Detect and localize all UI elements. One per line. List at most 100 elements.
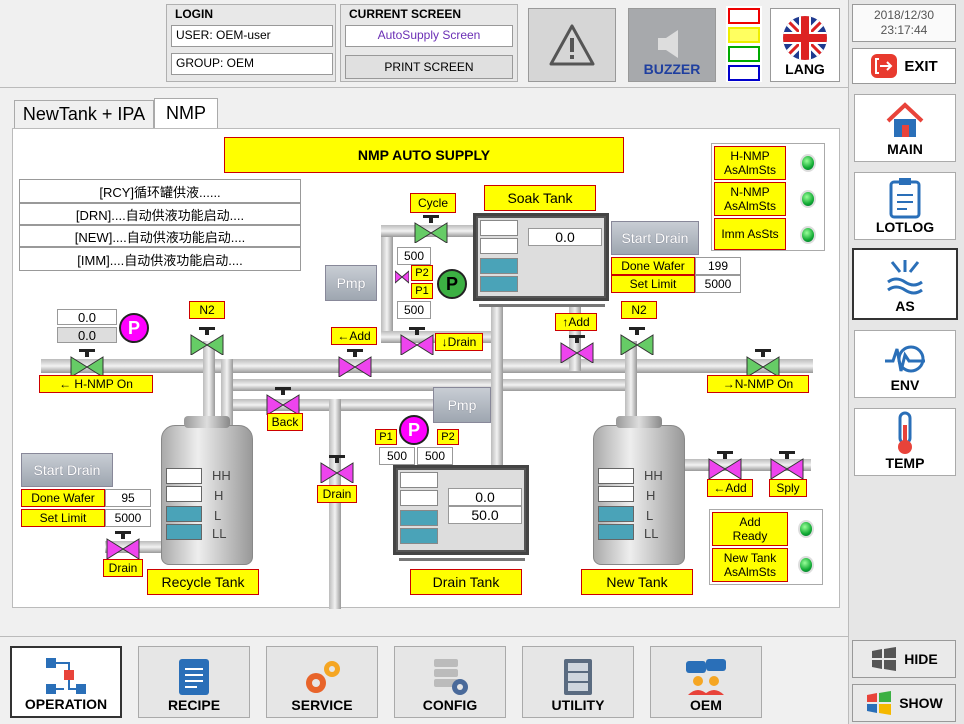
h-nmp-value-1: 0.0 bbox=[57, 309, 117, 325]
drain-tank-value-2: 50.0 bbox=[448, 506, 522, 524]
add-left-valve[interactable] bbox=[337, 349, 373, 377]
sidebar-item-temp[interactable]: TEMP bbox=[854, 408, 956, 476]
h-nmp-alarm-label: H-NMP AsAlmSts bbox=[714, 146, 786, 180]
recycle-drain-valve[interactable] bbox=[105, 531, 141, 559]
h-nmp-value-2: 0.0 bbox=[57, 327, 117, 343]
show-label: SHOW bbox=[899, 695, 943, 711]
pump2-p2-value: 500 bbox=[417, 447, 453, 465]
recycle-set-limit-value[interactable]: 5000 bbox=[105, 509, 151, 527]
operation-button[interactable]: OPERATION bbox=[10, 646, 122, 718]
drain-down-label: ↓Drain bbox=[435, 333, 483, 351]
status-text: New Tank bbox=[723, 551, 777, 565]
new-level-4 bbox=[598, 524, 634, 540]
n2-valve-left[interactable] bbox=[189, 327, 225, 355]
recycle-start-drain-button[interactable]: Start Drain bbox=[21, 453, 113, 487]
back-label: Back bbox=[267, 413, 303, 431]
message-line: [RCY]循环罐供液...... bbox=[19, 179, 301, 203]
h-nmp-valve[interactable] bbox=[69, 349, 105, 377]
group-field: GROUP: OEM bbox=[171, 53, 333, 75]
sidebar-item-env[interactable]: ENV bbox=[854, 330, 956, 398]
imm-status-led bbox=[800, 226, 816, 244]
buzzer-button[interactable]: BUZZER bbox=[628, 8, 716, 82]
drain-tank-feet bbox=[399, 555, 525, 561]
utility-button[interactable]: UTILITY bbox=[522, 646, 634, 718]
new-level-2 bbox=[598, 486, 634, 502]
drain-valve-top[interactable] bbox=[399, 327, 435, 355]
service-label: SERVICE bbox=[291, 697, 353, 713]
new-tank-add-valve[interactable] bbox=[707, 451, 743, 479]
sidebar-item-main[interactable]: MAIN bbox=[854, 94, 956, 162]
recycle-tank: HH H L LL bbox=[161, 416, 253, 565]
pump1-small-valve[interactable] bbox=[395, 267, 409, 287]
windows-icon bbox=[872, 647, 897, 671]
exit-button[interactable]: EXIT bbox=[852, 48, 956, 84]
pump1-button[interactable]: Pmp bbox=[325, 265, 377, 301]
hide-button[interactable]: HIDE bbox=[852, 640, 956, 678]
config-button[interactable]: CONFIG bbox=[394, 646, 506, 718]
new-tank-sply-valve[interactable] bbox=[769, 451, 805, 479]
show-button[interactable]: SHOW bbox=[852, 684, 956, 722]
soak-level-3 bbox=[480, 258, 518, 274]
alarm-button[interactable] bbox=[528, 8, 616, 82]
drain-tank-value-1: 0.0 bbox=[448, 488, 522, 506]
back-valve[interactable] bbox=[265, 387, 301, 415]
lamp-blue bbox=[728, 65, 760, 81]
lamp-green bbox=[728, 46, 760, 62]
login-label: LOGIN bbox=[175, 7, 213, 21]
n-nmp-alarm-label: N-NMP AsAlmSts bbox=[714, 182, 786, 216]
message-line: [DRN]....自动供液功能启动.... bbox=[19, 203, 301, 225]
drain-label-mid: Drain bbox=[317, 485, 357, 503]
tab-newtank-ipa[interactable]: NewTank + IPA bbox=[14, 100, 154, 128]
lamp-red bbox=[728, 8, 760, 24]
login-panel: LOGIN USER: OEM-user GROUP: OEM bbox=[166, 4, 336, 82]
new-level-1 bbox=[598, 468, 634, 484]
status-text: Ready bbox=[732, 529, 768, 543]
operation-icon bbox=[46, 658, 86, 694]
n-nmp-valve[interactable] bbox=[745, 349, 781, 377]
soak-set-limit-label: Set Limit bbox=[611, 275, 695, 293]
new-tank: HH H L LL bbox=[593, 416, 685, 565]
status-text: Add bbox=[739, 515, 761, 529]
sidebar-item-label: AS bbox=[895, 298, 915, 314]
sidebar-item-as[interactable]: AS bbox=[852, 248, 958, 320]
recycle-done-wafer-value: 95 bbox=[105, 489, 151, 507]
current-screen-label: CURRENT SCREEN bbox=[349, 7, 462, 21]
service-button[interactable]: SERVICE bbox=[266, 646, 378, 718]
pump2-button[interactable]: Pmp bbox=[433, 387, 491, 423]
new-level-label-ll: LL bbox=[644, 526, 659, 541]
drain-valve[interactable] bbox=[319, 455, 355, 483]
print-screen-button[interactable]: PRINT SCREEN bbox=[345, 55, 513, 79]
soak-level-1 bbox=[480, 220, 518, 236]
soak-set-limit-value[interactable]: 5000 bbox=[695, 275, 741, 293]
new-tank-status-panel: Add Ready New Tank AsAlmSts bbox=[709, 509, 823, 585]
sidebar-item-lotlog[interactable]: LOTLOG bbox=[854, 172, 956, 240]
new-tank-title: New Tank bbox=[581, 569, 693, 595]
lang-button[interactable]: LANG bbox=[770, 8, 840, 82]
status-text: AsAlmSts bbox=[723, 163, 776, 177]
cycle-valve-label: Cycle bbox=[410, 193, 456, 213]
soak-start-drain-button[interactable]: Start Drain bbox=[611, 221, 699, 255]
n2-valve-right[interactable] bbox=[619, 327, 655, 355]
new-level-3 bbox=[598, 506, 634, 522]
sidebar-item-label: MAIN bbox=[887, 141, 923, 157]
sidebar-item-label: TEMP bbox=[885, 455, 925, 471]
add-up-valve[interactable] bbox=[559, 335, 595, 363]
oem-button[interactable]: OEM bbox=[650, 646, 762, 718]
pump2-indicator: P bbox=[399, 415, 429, 445]
recycle-level-label-ll: LL bbox=[212, 526, 227, 541]
tab-nmp[interactable]: NMP bbox=[154, 98, 218, 128]
clipboard-icon bbox=[889, 178, 921, 219]
exit-icon bbox=[871, 54, 898, 78]
gears-icon bbox=[306, 661, 340, 693]
uk-flag-icon bbox=[783, 16, 827, 60]
recipe-button[interactable]: RECIPE bbox=[138, 646, 250, 718]
cycle-valve[interactable] bbox=[413, 215, 449, 243]
user-field: USER: OEM-user bbox=[171, 25, 333, 47]
n-nmp-on-label: →N-NMP On bbox=[707, 375, 809, 393]
pump1-p2-label: P2 bbox=[411, 265, 433, 281]
pump-letter: P bbox=[127, 317, 140, 338]
h-nmp-on-label: ← H-NMP On bbox=[39, 375, 153, 393]
pump1-p1-label: P1 bbox=[411, 283, 433, 299]
n-nmp-status-led bbox=[800, 190, 816, 208]
h-nmp-pump-indicator: P bbox=[119, 313, 149, 343]
